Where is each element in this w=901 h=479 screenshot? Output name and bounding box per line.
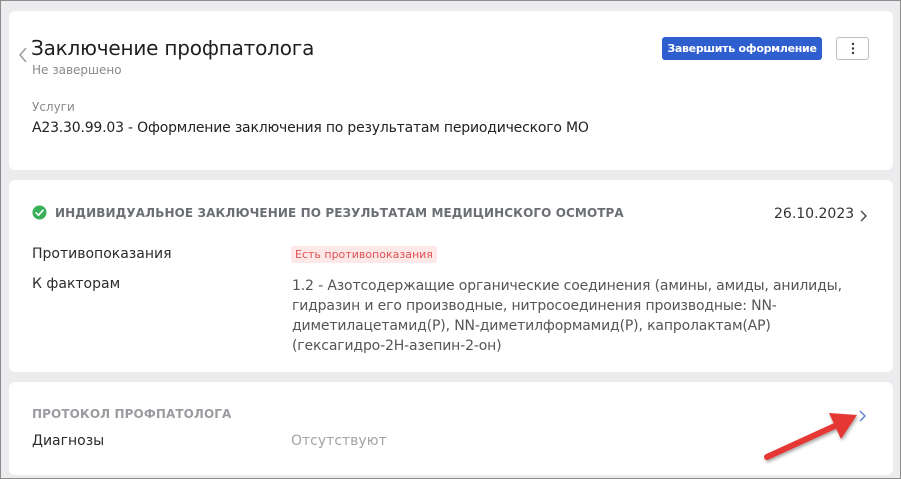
conclusion-date: 26.10.2023 (774, 206, 855, 222)
more-options-button[interactable] (836, 37, 869, 60)
conclusion-title: ИНДИВИДУАЛЬНОЕ ЗАКЛЮЧЕНИЕ ПО РЕЗУЛЬТАТАМ… (55, 205, 624, 220)
finish-button[interactable]: Завершить оформление (662, 37, 822, 60)
contraindications-label: Противопоказания (32, 246, 172, 262)
page-title: Заключение профпатолога (31, 36, 315, 60)
diagnoses-label: Диагнозы (32, 433, 105, 449)
back-chevron-icon[interactable] (16, 45, 30, 65)
annotation-arrow-icon (764, 413, 857, 460)
chevron-right-icon[interactable] (858, 209, 868, 223)
conclusion-card[interactable]: ИНДИВИДУАЛЬНОЕ ЗАКЛЮЧЕНИЕ ПО РЕЗУЛЬТАТАМ… (9, 180, 893, 372)
factors-value: 1.2 - Азотсодержащие органические соедин… (292, 278, 842, 354)
factors-label: К факторам (32, 276, 121, 292)
services-value: A23.30.99.03 - Оформление заключения по … (32, 120, 589, 136)
services-label: Услуги (32, 100, 75, 114)
status-text: Не завершено (32, 63, 122, 77)
diagnoses-value: Отсутствуют (291, 433, 387, 449)
contraindications-badge: Есть противопоказания (291, 246, 437, 263)
check-circle-icon (32, 205, 47, 220)
protocol-title: ПРОТОКОЛ ПРОФПАТОЛОГА (32, 407, 232, 421)
more-vertical-icon (851, 42, 854, 55)
conclusion-header: ИНДИВИДУАЛЬНОЕ ЗАКЛЮЧЕНИЕ ПО РЕЗУЛЬТАТАМ… (32, 205, 624, 220)
header-card: Заключение профпатолога Не завершено Зав… (9, 11, 893, 170)
